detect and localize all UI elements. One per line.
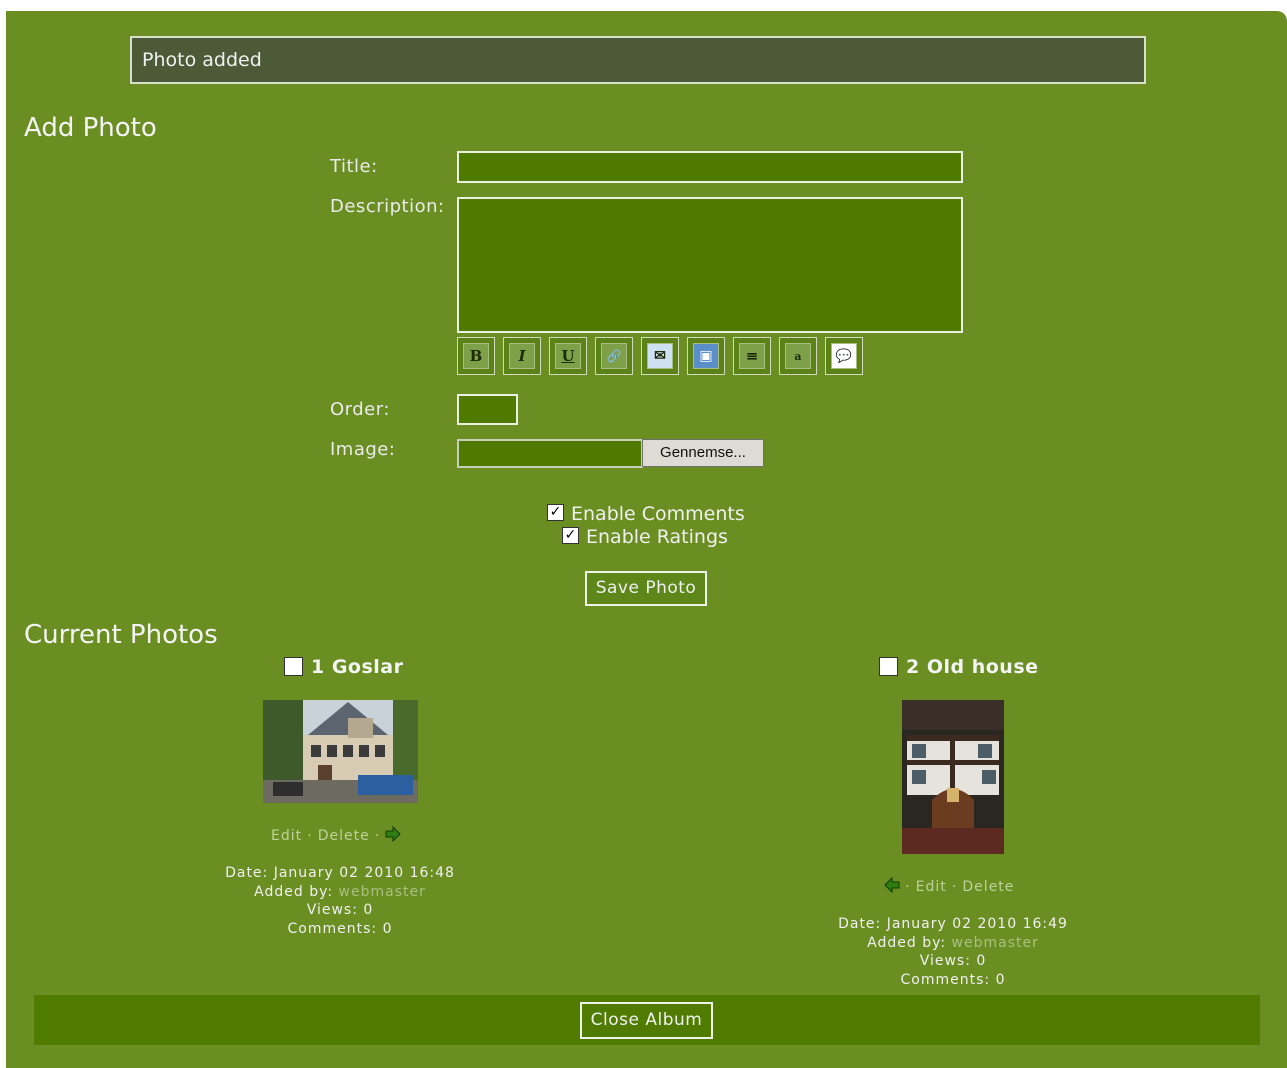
photo-1-author-link[interactable]: webmaster [339, 884, 426, 900]
close-album-button[interactable]: Close Album [580, 1002, 713, 1039]
enable-ratings-row: ✓ Enable Ratings [562, 526, 792, 550]
photo-1-added-by: Added by: webmaster [190, 883, 490, 902]
photo-2-comments: Comments: 0 [900, 971, 1006, 988]
formatting-toolbar: B I U 🔗 ✉ ▣ ≡ a 💬 [457, 337, 877, 377]
title-label: Title: [330, 156, 378, 177]
italic-icon: I [509, 343, 535, 369]
order-input[interactable] [457, 394, 518, 425]
photo-2-select-checkbox[interactable] [879, 657, 898, 676]
photo-1-comments: Comments: 0 [287, 920, 393, 937]
separator: · [374, 828, 381, 844]
enable-ratings-label: Enable Ratings [586, 526, 728, 548]
photo-1-actions: Edit · Delete · [271, 825, 421, 845]
image-icon: ▣ [693, 343, 719, 369]
align-button[interactable]: ≡ [733, 337, 771, 375]
added-by-label: Added by: [254, 883, 334, 900]
photo-1-delete-link[interactable]: Delete [318, 828, 370, 844]
enable-comments-row: ✓ Enable Comments [547, 503, 777, 527]
add-photo-heading: Add Photo [24, 113, 157, 143]
image-file-input[interactable] [457, 439, 643, 468]
photo-1-select-checkbox[interactable] [284, 657, 303, 676]
quote-icon: 💬 [831, 343, 857, 369]
font-size-button[interactable]: a [779, 337, 817, 375]
email-button[interactable]: ✉ [641, 337, 679, 375]
photo-2-info: Date: January 02 2010 16:49 Added by: we… [803, 915, 1103, 989]
photo-card-1-header: 1 Goslar [284, 656, 464, 680]
separator: · [905, 879, 911, 895]
link-button[interactable]: 🔗 [595, 337, 633, 375]
font-size-icon: a [785, 343, 811, 369]
photo-2-edit-link[interactable]: Edit [916, 879, 947, 895]
photo-1-title: 1 Goslar [311, 656, 404, 678]
added-by-label: Added by: [867, 934, 947, 951]
enable-comments-checkbox[interactable]: ✓ [547, 504, 564, 521]
description-label: Description: [330, 196, 445, 217]
separator: · [307, 828, 313, 844]
image-label: Image: [330, 439, 396, 460]
photo-1-views: Views: 0 [306, 902, 374, 918]
photo-1-thumbnail[interactable] [263, 700, 418, 803]
photo-2-title: 2 Old house [906, 656, 1039, 678]
photo-2-date: Date: January 02 2010 16:49 [838, 916, 1068, 932]
save-photo-button[interactable]: Save Photo [585, 571, 707, 606]
photo-1-image [263, 700, 418, 803]
browse-button[interactable]: Gennemse... [642, 439, 764, 467]
photo-2-author-link[interactable]: webmaster [952, 935, 1039, 951]
photo-2-added-by: Added by: webmaster [803, 934, 1103, 953]
description-textarea[interactable] [457, 197, 963, 333]
move-left-icon[interactable] [884, 876, 900, 897]
order-label: Order: [330, 399, 390, 420]
enable-ratings-checkbox[interactable]: ✓ [562, 527, 579, 544]
photo-2-thumbnail[interactable] [902, 700, 1004, 854]
bold-icon: B [463, 343, 489, 369]
separator: · [951, 879, 958, 895]
image-button[interactable]: ▣ [687, 337, 725, 375]
bold-button[interactable]: B [457, 337, 495, 375]
move-right-icon[interactable] [385, 825, 402, 846]
title-input[interactable] [457, 151, 963, 183]
photo-2-actions: · Edit · Delete [884, 876, 1064, 896]
enable-comments-label: Enable Comments [571, 503, 745, 525]
photo-1-date: Date: January 02 2010 16:48 [225, 865, 455, 881]
email-icon: ✉ [647, 343, 673, 369]
align-icon: ≡ [739, 343, 765, 369]
status-message: Photo added [130, 36, 1146, 84]
quote-button[interactable]: 💬 [825, 337, 863, 375]
photo-2-views: Views: 0 [919, 953, 987, 969]
photo-2-image [902, 700, 1004, 854]
photo-1-edit-link[interactable]: Edit [271, 828, 302, 844]
photo-1-info: Date: January 02 2010 16:48 Added by: we… [190, 864, 490, 938]
underline-icon: U [555, 343, 581, 369]
photo-2-delete-link[interactable]: Delete [962, 879, 1014, 895]
current-photos-heading: Current Photos [24, 620, 218, 650]
italic-button[interactable]: I [503, 337, 541, 375]
underline-button[interactable]: U [549, 337, 587, 375]
photo-card-2-header: 2 Old house [879, 656, 1079, 680]
link-icon: 🔗 [601, 343, 627, 369]
